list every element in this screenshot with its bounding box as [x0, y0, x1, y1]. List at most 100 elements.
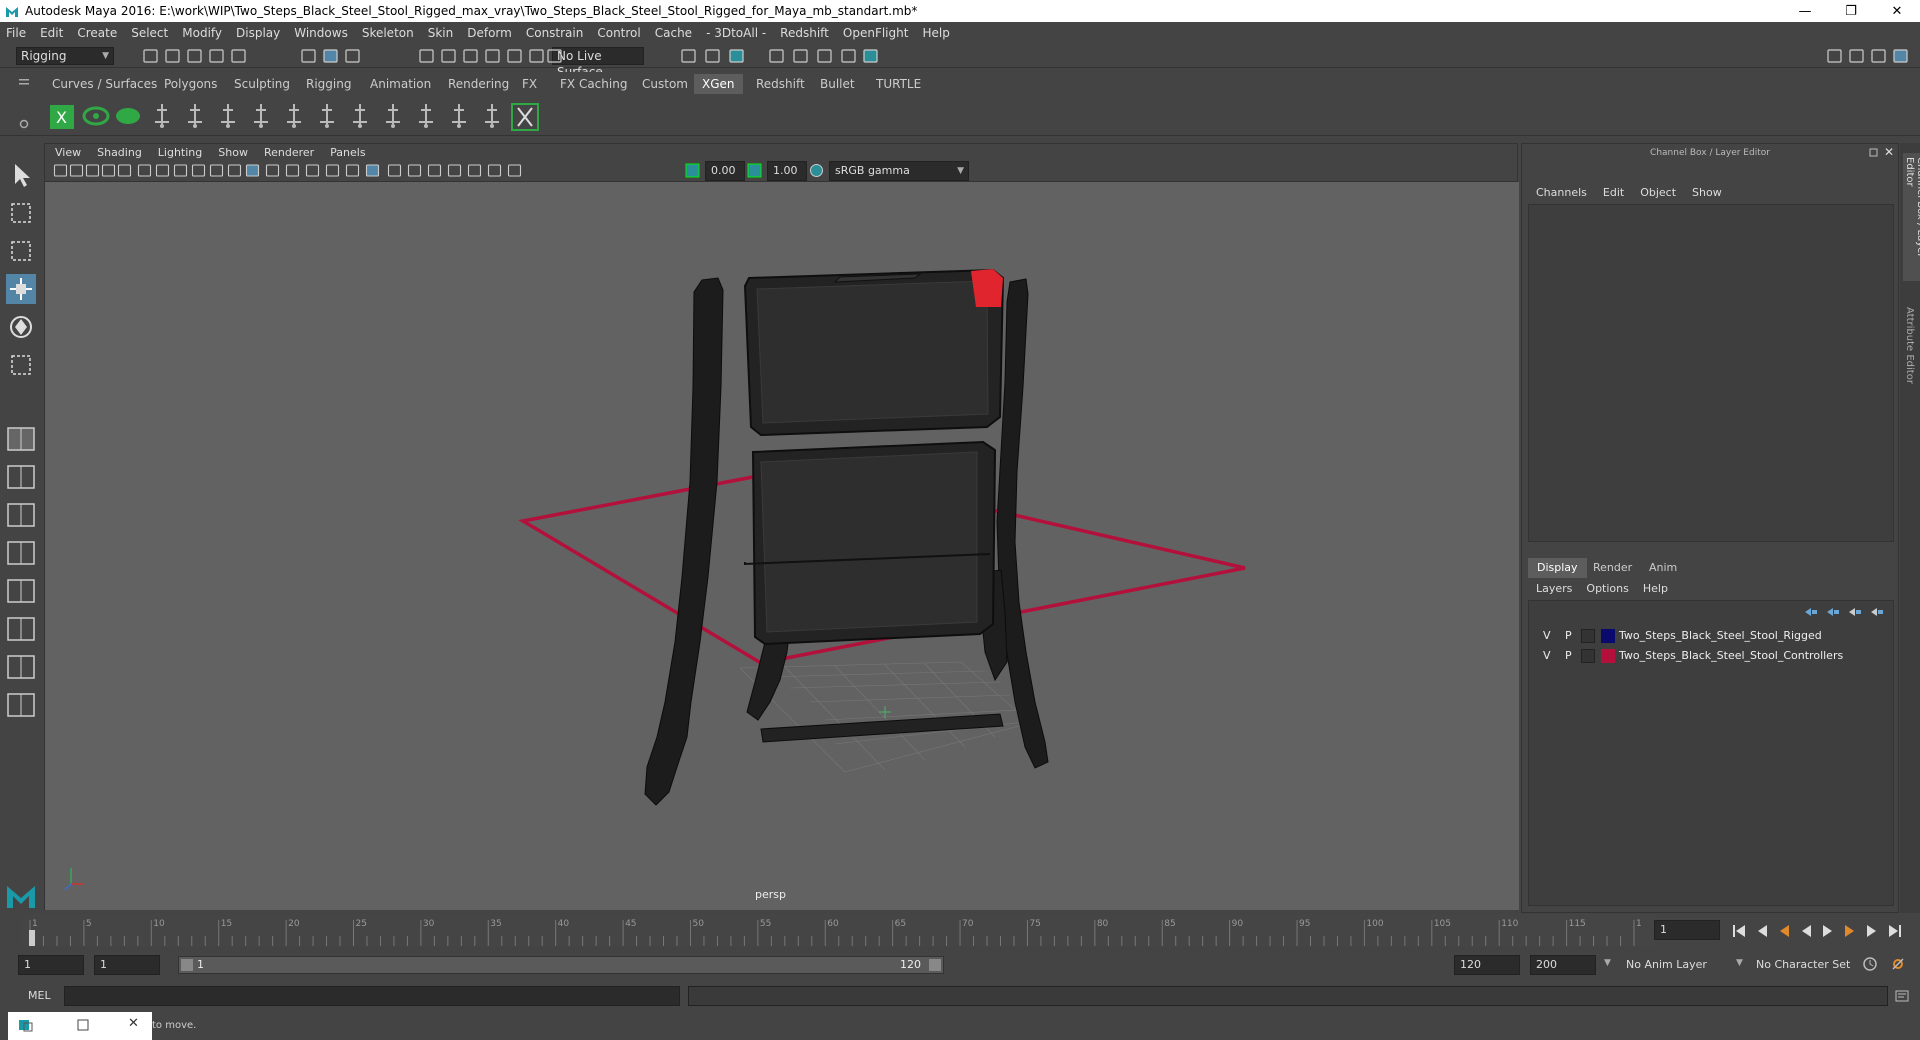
hypershade-icon[interactable] [792, 48, 809, 64]
single-view-icon[interactable] [6, 462, 36, 492]
anti-alias-icon[interactable] [407, 163, 422, 178]
menu-select[interactable]: Select [131, 26, 168, 40]
maximize-icon[interactable] [76, 1018, 90, 1032]
viewport-menu-renderer[interactable]: Renderer [264, 146, 314, 159]
node-layout-icon[interactable] [6, 652, 36, 682]
three-pane-icon[interactable] [6, 538, 36, 568]
script-editor-icon[interactable] [1894, 988, 1910, 1004]
quad-view-icon[interactable] [6, 424, 36, 454]
two-pane-icon[interactable] [6, 500, 36, 530]
layer-playback-toggle[interactable]: P [1565, 629, 1572, 642]
layer-menu-help[interactable]: Help [1643, 582, 1668, 595]
select-hierarchy-icon[interactable] [300, 48, 317, 64]
menu-modify[interactable]: Modify [182, 26, 222, 40]
scale-tool-icon[interactable] [6, 350, 36, 380]
xray-icon[interactable] [467, 163, 482, 178]
outliner-layout-icon[interactable] [6, 576, 36, 606]
tab-curves-surfaces[interactable]: Curves / Surfaces [44, 74, 165, 94]
toggle-sidebar-icon[interactable] [1848, 48, 1865, 64]
film-gate-icon[interactable] [137, 163, 152, 178]
near-clip-field[interactable]: 0.00 [705, 161, 745, 181]
guide-length-icon[interactable] [213, 100, 243, 132]
make-live-icon[interactable] [546, 48, 563, 64]
menu-deform[interactable]: Deform [467, 26, 512, 40]
guide-bend-icon[interactable] [378, 100, 408, 132]
xgen-preview-icon[interactable] [81, 100, 111, 132]
image-plane-icon[interactable] [101, 163, 116, 178]
menu-edit[interactable]: Edit [40, 26, 63, 40]
layer-type-toggle[interactable] [1581, 649, 1595, 663]
close-panel-icon[interactable]: ✕ [1884, 145, 1894, 159]
layer-color-swatch[interactable] [1601, 649, 1615, 663]
layer-playback-toggle[interactable]: P [1565, 649, 1572, 662]
snap-plane-icon[interactable] [506, 48, 523, 64]
playback-start-field[interactable]: 1 [94, 955, 160, 975]
wireframe-icon[interactable] [245, 163, 260, 178]
workspace-icon[interactable] [1826, 48, 1843, 64]
float-panel-icon[interactable] [1868, 146, 1880, 158]
camera-select-icon[interactable] [53, 163, 68, 178]
render-view-icon[interactable] [816, 48, 833, 64]
smooth-shade-icon[interactable] [265, 163, 280, 178]
viewport-scene[interactable]: persp [45, 182, 1519, 910]
more-tools-icon[interactable] [6, 690, 36, 720]
tab-xgen[interactable]: XGen [694, 74, 743, 94]
depth-of-field-icon[interactable] [427, 163, 442, 178]
snap-point-icon[interactable] [462, 48, 479, 64]
cmd-language-label[interactable]: MEL [28, 989, 51, 1002]
live-surface-field[interactable]: No Live Surface [552, 47, 644, 79]
maya-home-icon[interactable] [4, 878, 38, 912]
xgen-description-icon[interactable] [114, 100, 144, 132]
gate-mask-icon[interactable] [173, 163, 188, 178]
xray-joints-icon[interactable] [487, 163, 502, 178]
graph-layout-icon[interactable] [6, 614, 36, 644]
paint-select-icon[interactable] [6, 236, 36, 266]
menu-openflight[interactable]: OpenFlight [843, 26, 909, 40]
menu-redshift[interactable]: Redshift [780, 26, 829, 40]
menu-constrain[interactable]: Constrain [526, 26, 584, 40]
select-tool-icon[interactable] [6, 160, 36, 190]
restore-button[interactable]: ❐ [1828, 0, 1874, 22]
snap-curve-icon[interactable] [440, 48, 457, 64]
resolution-gate-icon[interactable] [155, 163, 170, 178]
viewport-menu-show[interactable]: Show [218, 146, 248, 159]
go-to-end-icon[interactable] [1884, 921, 1904, 941]
move-layer-up-icon[interactable] [1803, 605, 1819, 619]
rotate-tool-icon[interactable] [6, 312, 36, 342]
render-current-icon[interactable] [704, 48, 721, 64]
snap-live-icon[interactable] [528, 48, 545, 64]
backface-icon[interactable] [507, 163, 522, 178]
menu-control[interactable]: Control [597, 26, 640, 40]
tab-polygons[interactable]: Polygons [156, 74, 225, 94]
step-back-key-icon[interactable] [1774, 921, 1794, 941]
tab-fx[interactable]: FX [514, 74, 545, 94]
chevron-down-icon[interactable]: ▼ [1604, 958, 1611, 968]
layer-menu-layers[interactable]: Layers [1536, 582, 1572, 595]
xgen-toggle-icon[interactable] [510, 100, 540, 132]
close-icon[interactable]: ✕ [128, 1016, 139, 1031]
anim-layer-dropdown[interactable]: No Anim Layer [1626, 958, 1707, 971]
safe-action-icon[interactable] [209, 163, 224, 178]
tab-sculpting[interactable]: Sculpting [226, 74, 298, 94]
preferences-icon[interactable] [1890, 956, 1906, 972]
camera-attr-icon[interactable] [69, 163, 84, 178]
menu-display[interactable]: Display [236, 26, 280, 40]
menu-windows[interactable]: Windows [294, 26, 348, 40]
guide-rebuild-icon[interactable] [345, 100, 375, 132]
menu-skeleton[interactable]: Skeleton [362, 26, 414, 40]
go-to-start-icon[interactable] [1730, 921, 1750, 941]
move-layer-down-icon[interactable] [1825, 605, 1841, 619]
side-tab-attribute-editor[interactable]: Attribute Editor [1903, 303, 1916, 388]
default-material-icon[interactable] [285, 163, 300, 178]
auto-key-icon[interactable] [1862, 956, 1878, 972]
layer-tab-render[interactable]: Render [1584, 558, 1641, 578]
exposure-icon[interactable] [685, 163, 700, 178]
guide-sculpt-icon[interactable] [477, 100, 507, 132]
render-sequence-icon[interactable] [840, 48, 857, 64]
snap-grid-icon[interactable] [418, 48, 435, 64]
channel-menu-edit[interactable]: Edit [1603, 186, 1624, 199]
layer-tab-display[interactable]: Display [1528, 558, 1587, 578]
layer-visibility-toggle[interactable]: V [1543, 649, 1551, 662]
layer-menu-options[interactable]: Options [1586, 582, 1628, 595]
menu-3dtoall[interactable]: - 3DtoAll - [706, 26, 766, 40]
